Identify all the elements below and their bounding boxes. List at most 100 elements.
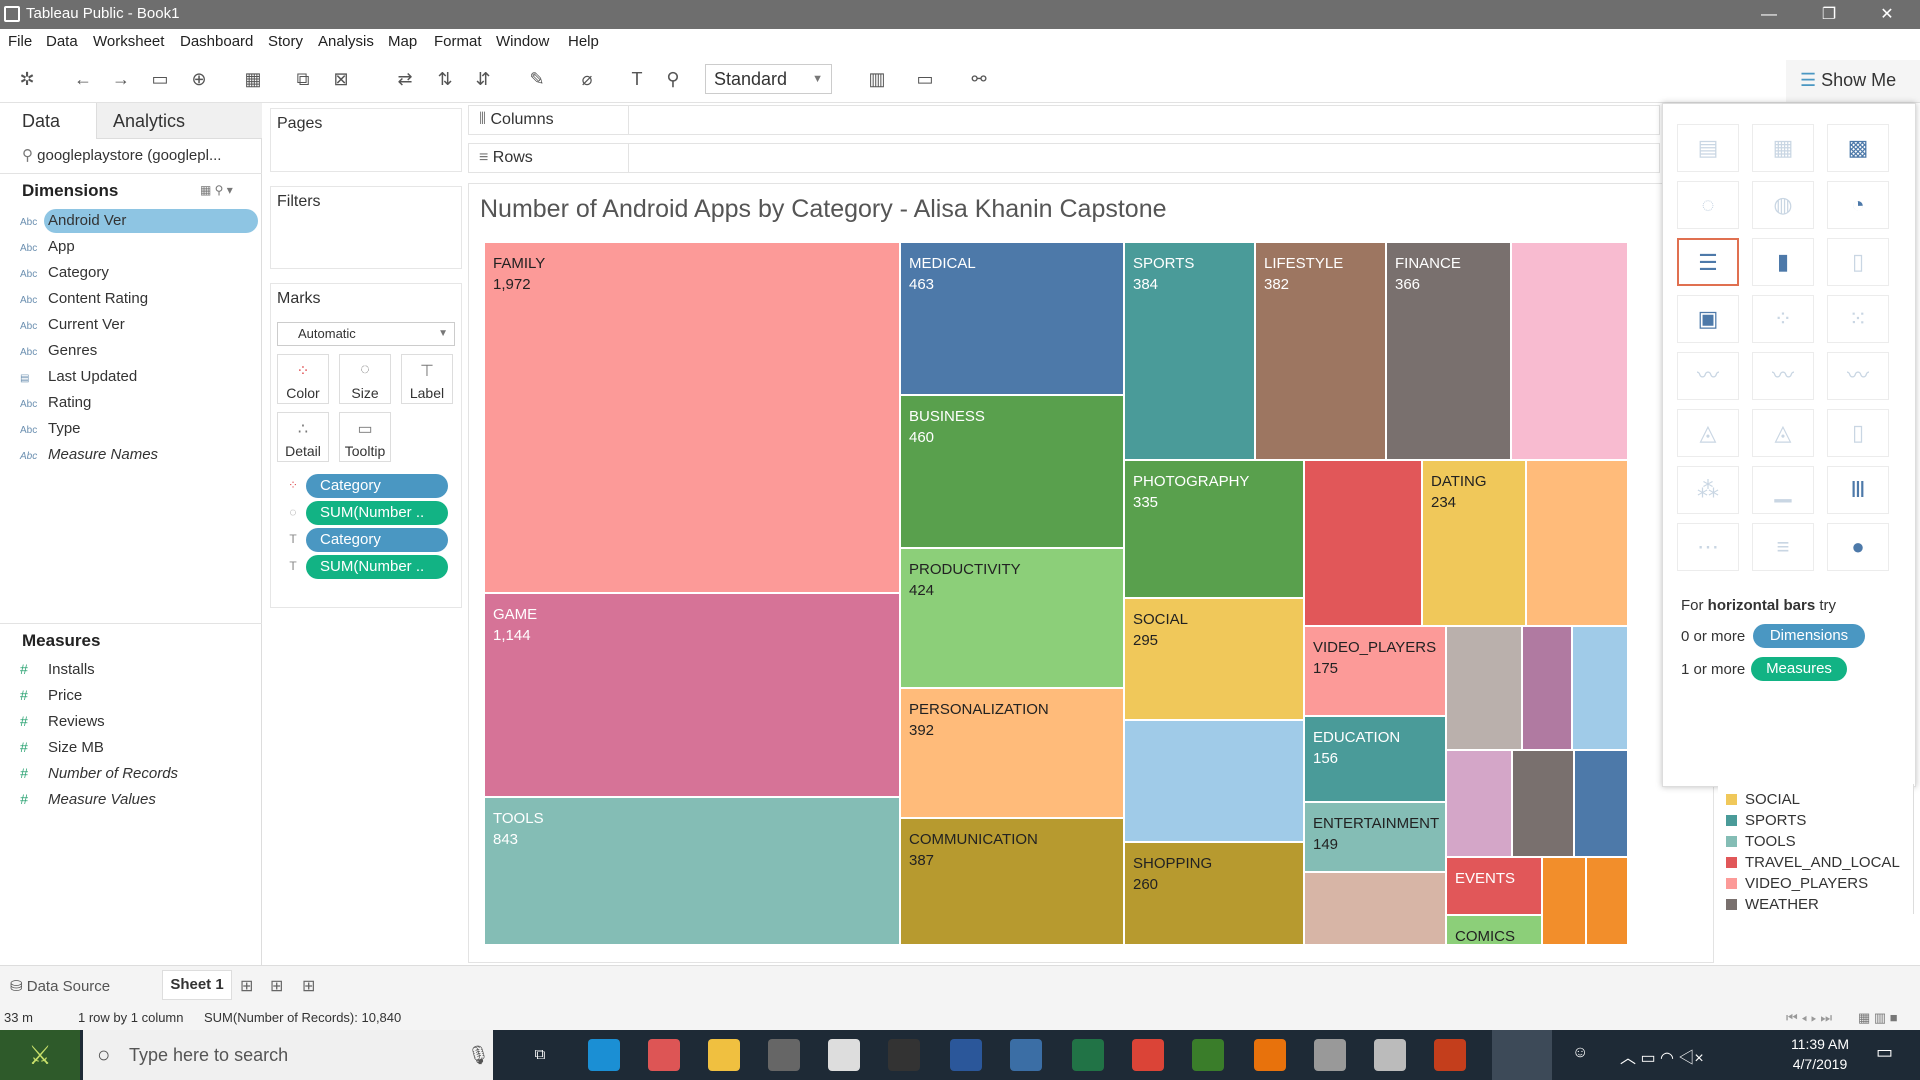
dimension-field[interactable]: Abc Content Rating xyxy=(20,288,148,310)
dimension-field[interactable]: Abc Category xyxy=(20,262,109,284)
chart-type-thumbnail[interactable]: Ⅲ xyxy=(1827,466,1889,514)
paint-icon[interactable] xyxy=(648,1039,680,1071)
treemap-cell[interactable] xyxy=(1522,626,1572,750)
legend-item[interactable]: TRAVEL_AND_LOCAL xyxy=(1726,853,1900,873)
chart-type-thumbnail[interactable]: ▮ xyxy=(1752,238,1814,286)
show-cards-icon[interactable]: ▥ xyxy=(864,67,890,91)
legend-item[interactable]: TOOLS xyxy=(1726,832,1796,852)
menu-dashboard[interactable]: Dashboard xyxy=(180,33,253,50)
chart-type-thumbnail[interactable]: ◬ xyxy=(1677,409,1739,457)
file-explorer-icon[interactable] xyxy=(708,1039,740,1071)
measure-field[interactable]: # Number of Records xyxy=(20,762,178,784)
highlight-icon[interactable]: ✎ xyxy=(524,67,550,91)
treemap-cell[interactable]: MEDICAL 463 xyxy=(900,242,1124,395)
chart-type-thumbnail[interactable]: ◌ xyxy=(1677,181,1739,229)
dimension-field[interactable]: Abc Type xyxy=(20,418,81,440)
dimension-field[interactable]: Abc App xyxy=(20,236,75,258)
category-label-pill[interactable]: Category xyxy=(306,528,448,552)
chart-type-thumbnail[interactable]: ▯ xyxy=(1827,238,1889,286)
treemap-cell[interactable]: EDUCATION 156 xyxy=(1304,716,1446,802)
treemap-cell[interactable]: EVENTS xyxy=(1446,857,1542,915)
excel-icon[interactable] xyxy=(1072,1039,1104,1071)
share-icon[interactable]: ⚯ xyxy=(966,67,992,91)
treemap-cell[interactable]: PRODUCTIVITY 424 xyxy=(900,548,1124,688)
chart-type-thumbnail[interactable]: ▩ xyxy=(1827,124,1889,172)
people-icon[interactable]: ☺ xyxy=(1572,1044,1588,1062)
undo-icon[interactable]: ← xyxy=(70,67,96,91)
chart-type-thumbnail[interactable]: 〰 xyxy=(1752,352,1814,400)
tab-data[interactable]: Data xyxy=(0,103,96,139)
app-icon[interactable] xyxy=(1374,1039,1406,1071)
pages-card[interactable]: Pages xyxy=(270,108,462,172)
menu-data[interactable]: Data xyxy=(46,33,78,50)
word-icon[interactable] xyxy=(950,1039,982,1071)
swap-rows-columns-icon[interactable]: ⇄ xyxy=(392,67,418,91)
redo-icon[interactable]: → xyxy=(108,67,134,91)
view-options-icon[interactable]: ▦ ⚲ ▾ xyxy=(200,183,233,197)
treemap-cell[interactable] xyxy=(1511,242,1628,460)
treemap-cell[interactable] xyxy=(1304,460,1422,626)
measure-field[interactable]: # Installs xyxy=(20,658,95,680)
store-icon[interactable] xyxy=(768,1039,800,1071)
chart-type-thumbnail[interactable]: ● xyxy=(1827,523,1889,571)
tableau-home-icon[interactable]: ✲ xyxy=(14,67,40,91)
powerpoint-icon[interactable] xyxy=(1434,1039,1466,1071)
notification-icon[interactable]: ▭ xyxy=(1876,1042,1893,1063)
chart-type-thumbnail[interactable]: ⁙ xyxy=(1827,295,1889,343)
treemap-cell[interactable]: DATING 234 xyxy=(1422,460,1526,626)
firefox-icon[interactable] xyxy=(1254,1039,1286,1071)
tooltip-button[interactable]: ▭ Tooltip xyxy=(339,412,391,462)
label-button[interactable]: ⊤ Label xyxy=(401,354,453,404)
sheet-tab[interactable]: Sheet 1 xyxy=(162,970,232,1000)
treemap-cell[interactable] xyxy=(1574,750,1628,857)
fit-select[interactable]: Standard ▼ xyxy=(705,64,832,94)
start-button-icon[interactable]: ⚔ xyxy=(0,1030,80,1080)
tableau-icon[interactable] xyxy=(1010,1039,1042,1071)
treemap-cell[interactable]: VIDEO_PLAYERS 175 xyxy=(1304,626,1446,716)
category-color-pill[interactable]: Category xyxy=(306,474,448,498)
menu-map[interactable]: Map xyxy=(388,33,417,50)
treemap-cell[interactable]: SOCIAL 295 xyxy=(1124,598,1304,720)
treemap-cell[interactable]: GAME 1,144 xyxy=(484,593,900,797)
treemap-cell[interactable] xyxy=(1586,857,1628,945)
system-tray-icons[interactable]: ︿ ▭ ◠ ◁× xyxy=(1620,1044,1704,1068)
filters-card[interactable]: Filters xyxy=(270,186,462,269)
close-button[interactable]: ✕ xyxy=(1864,0,1910,29)
app-icon[interactable] xyxy=(1314,1039,1346,1071)
treemap-cell[interactable]: LIFESTYLE 382 xyxy=(1255,242,1386,460)
chart-type-thumbnail[interactable]: ⁂ xyxy=(1677,466,1739,514)
measure-field[interactable]: # Reviews xyxy=(20,710,105,732)
treemap-cell[interactable]: PHOTOGRAPHY 335 xyxy=(1124,460,1304,598)
datasource-tab[interactable]: ⛁ Data Source xyxy=(10,977,110,995)
legend-item[interactable]: VIDEO_PLAYERS xyxy=(1726,874,1868,894)
rows-shelf[interactable]: ≡ Rows xyxy=(468,143,1660,173)
clear-sheet-icon[interactable]: ⊠ xyxy=(328,67,354,91)
legend-item[interactable]: SPORTS xyxy=(1726,811,1806,831)
chart-type-thumbnail[interactable]: ▁ xyxy=(1752,466,1814,514)
treemap-cell[interactable]: FAMILY 1,972 xyxy=(484,242,900,593)
detail-button[interactable]: ∴ Detail xyxy=(277,412,329,462)
treemap-cell[interactable]: FINANCE 366 xyxy=(1386,242,1511,460)
dimension-field[interactable]: Abc Android Ver xyxy=(20,210,126,232)
datasource-name[interactable]: ⚲ googleplaystore (googlepl... xyxy=(22,146,221,164)
duplicate-sheet-icon[interactable]: ⧉ xyxy=(290,67,316,91)
chart-type-thumbnail[interactable]: 〰 xyxy=(1827,352,1889,400)
minimize-button[interactable]: — xyxy=(1746,0,1792,29)
treemap-cell[interactable]: TOOLS 843 xyxy=(484,797,900,945)
legend-item[interactable]: SOCIAL xyxy=(1726,790,1800,810)
new-dashboard-icon[interactable]: ⊞ xyxy=(270,976,283,996)
mail-icon[interactable] xyxy=(828,1039,860,1071)
treemap[interactable]: FAMILY 1,972 GAME 1,144 TOOLS 843 MEDICAL 463 BU… xyxy=(484,242,1628,945)
columns-shelf[interactable]: ⦀ Columns xyxy=(468,105,1660,135)
treemap-cell[interactable]: SPORTS 384 xyxy=(1124,242,1255,460)
chart-type-thumbnail[interactable]: ≡ xyxy=(1752,523,1814,571)
color-button[interactable]: ⁘ Color xyxy=(277,354,329,404)
new-story-icon[interactable]: ⊞ xyxy=(302,976,315,996)
menu-file[interactable]: File xyxy=(8,33,32,50)
group-members-icon[interactable]: ⌀ xyxy=(574,67,600,91)
menu-help[interactable]: Help xyxy=(568,33,599,50)
chrome-icon[interactable] xyxy=(1132,1039,1164,1071)
measure-field[interactable]: # Price xyxy=(20,684,82,706)
treemap-cell[interactable]: BUSINESS 460 xyxy=(900,395,1124,548)
dimension-field[interactable]: ▤ Last Updated xyxy=(20,366,137,388)
